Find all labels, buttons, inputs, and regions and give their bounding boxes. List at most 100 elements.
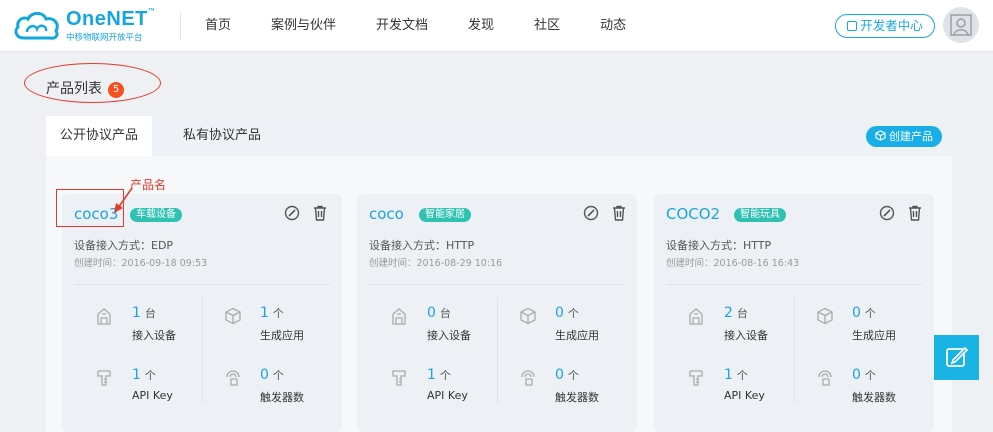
stat-number: 1 (427, 367, 436, 383)
stat-unit: 个 (567, 369, 579, 382)
protocol-tabs: 公开协议产品 私有协议产品 创建产品 (46, 116, 952, 156)
nav-item-community[interactable]: 社区 (534, 0, 560, 51)
annotation-label: 产品名 (130, 178, 167, 192)
stat-unit: 个 (144, 369, 156, 382)
stat-unit: 台 (144, 307, 156, 320)
stat-label: 生成应用 (555, 329, 599, 342)
nav-item-discover[interactable]: 发现 (468, 0, 494, 51)
product-card: coco 智能家居 设备接入方式：HTTP 创建时间：2016-08-29 10… (357, 194, 637, 432)
device-icon (689, 308, 703, 325)
title-annotation-ellipse (24, 63, 161, 103)
stat-number: 2 (724, 305, 733, 321)
stat-label: 触发器数 (852, 391, 896, 404)
stat-number: 0 (427, 305, 436, 321)
nav-item-news[interactable]: 动态 (600, 0, 626, 51)
brand-subtitle: 中移物联网开放平台 (66, 33, 143, 43)
stat-unit: 个 (736, 369, 748, 382)
stat-unit: 个 (439, 369, 451, 382)
device-icon (97, 308, 111, 325)
product-card: COCO2 智能玩具 设备接入方式：HTTP 创建时间：2016-08-16 1… (654, 194, 934, 432)
stat-triggers[interactable]: 0个 触发器数 (202, 355, 330, 415)
product-stats: 1台 接入设备 1个 生成应用 1个 API Key 0个 触发器数 (74, 284, 330, 415)
device-icon (392, 308, 406, 325)
cube-icon (225, 307, 241, 325)
product-name-link[interactable]: coco (369, 205, 404, 223)
stat-label: 接入设备 (724, 329, 768, 342)
stat-unit: 个 (567, 307, 579, 320)
edit-icon[interactable] (879, 205, 895, 221)
feedback-button[interactable] (934, 335, 979, 380)
developer-center-button[interactable]: 开发者中心 (835, 14, 935, 38)
trash-icon[interactable] (313, 205, 327, 221)
trigger-icon (226, 370, 240, 386)
trigger-icon (818, 370, 832, 386)
edit-icon[interactable] (583, 205, 599, 221)
cube-icon (875, 130, 886, 141)
stat-unit: 个 (864, 369, 876, 382)
create-product-label: 创建产品 (889, 130, 933, 143)
cloud-logo-icon (14, 11, 59, 40)
stat-label: API Key (427, 389, 468, 402)
avatar[interactable] (943, 7, 979, 43)
stat-unit: 个 (272, 307, 284, 320)
stat-number: 1 (260, 305, 269, 321)
stat-triggers[interactable]: 0个 触发器数 (497, 355, 625, 415)
product-stats: 2台 接入设备 0个 生成应用 1个 API Key 0个 触发器数 (666, 284, 922, 415)
stat-api-keys[interactable]: 1个 API Key (74, 355, 202, 415)
stat-unit: 个 (864, 307, 876, 320)
stat-devices[interactable]: 2台 接入设备 (666, 293, 794, 353)
top-header: OneNET™ 中移物联网开放平台 首页 案例与伙伴 开发文档 发现 社区 动态… (0, 0, 993, 52)
user-icon (950, 14, 972, 36)
stat-api-keys[interactable]: 1个 API Key (666, 355, 794, 415)
created-time: 创建时间：2016-08-29 10:16 (369, 258, 503, 269)
key-icon (689, 370, 703, 386)
product-tag: 智能家居 (419, 208, 471, 222)
product-tag: 智能玩具 (734, 208, 786, 222)
access-method: 设备接入方式：EDP (74, 239, 174, 252)
stat-label: 触发器数 (260, 391, 304, 404)
edit-icon[interactable] (284, 205, 300, 221)
trash-icon[interactable] (908, 205, 922, 221)
nav-item-cases[interactable]: 案例与伙伴 (271, 0, 336, 51)
stat-apps[interactable]: 1个 生成应用 (202, 293, 330, 353)
stat-label: API Key (132, 389, 173, 402)
product-name-link[interactable]: COCO2 (666, 205, 720, 223)
stat-devices[interactable]: 1台 接入设备 (74, 293, 202, 353)
stat-label: 接入设备 (427, 329, 471, 342)
trash-icon[interactable] (612, 205, 626, 221)
access-method: 设备接入方式：HTTP (666, 239, 772, 252)
developer-center-label: 开发者中心 (860, 18, 923, 33)
stat-triggers[interactable]: 0个 触发器数 (794, 355, 922, 415)
created-time: 创建时间：2016-08-16 16:43 (666, 258, 800, 269)
trigger-icon (521, 370, 535, 386)
cube-icon (520, 307, 536, 325)
stat-label: 生成应用 (852, 329, 896, 342)
nav-item-home[interactable]: 首页 (205, 0, 231, 51)
key-icon (392, 370, 406, 386)
nav-item-docs[interactable]: 开发文档 (376, 0, 428, 51)
created-time: 创建时间：2016-09-18 09:53 (74, 258, 208, 269)
product-tag: 车载设备 (130, 208, 182, 222)
stat-number: 1 (132, 305, 141, 321)
cube-icon (817, 307, 833, 325)
onenet-logo[interactable]: OneNET™ 中移物联网开放平台 (12, 6, 162, 46)
stat-apps[interactable]: 0个 生成应用 (497, 293, 625, 353)
stat-label: 生成应用 (260, 329, 304, 342)
product-stats: 0台 接入设备 0个 生成应用 1个 API Key 0个 触发器数 (369, 284, 625, 415)
brand-name: OneNET™ (66, 8, 156, 30)
main-nav: 首页 案例与伙伴 开发文档 发现 社区 动态 (205, 0, 666, 51)
stat-number: 0 (852, 367, 861, 383)
stat-number: 0 (555, 367, 564, 383)
tab-private-protocol[interactable]: 私有协议产品 (152, 116, 292, 156)
stat-apps[interactable]: 0个 生成应用 (794, 293, 922, 353)
stat-number: 0 (260, 367, 269, 383)
stat-number: 1 (132, 367, 141, 383)
stat-unit: 个 (272, 369, 284, 382)
product-card: coco3 车载设备 设备接入方式：EDP 创建时间：2016-09-18 09… (62, 194, 342, 432)
create-product-button[interactable]: 创建产品 (866, 126, 942, 147)
tab-public-protocol[interactable]: 公开协议产品 (46, 116, 152, 156)
header-divider (180, 12, 181, 40)
stat-label: 触发器数 (555, 391, 599, 404)
stat-api-keys[interactable]: 1个 API Key (369, 355, 497, 415)
stat-devices[interactable]: 0台 接入设备 (369, 293, 497, 353)
